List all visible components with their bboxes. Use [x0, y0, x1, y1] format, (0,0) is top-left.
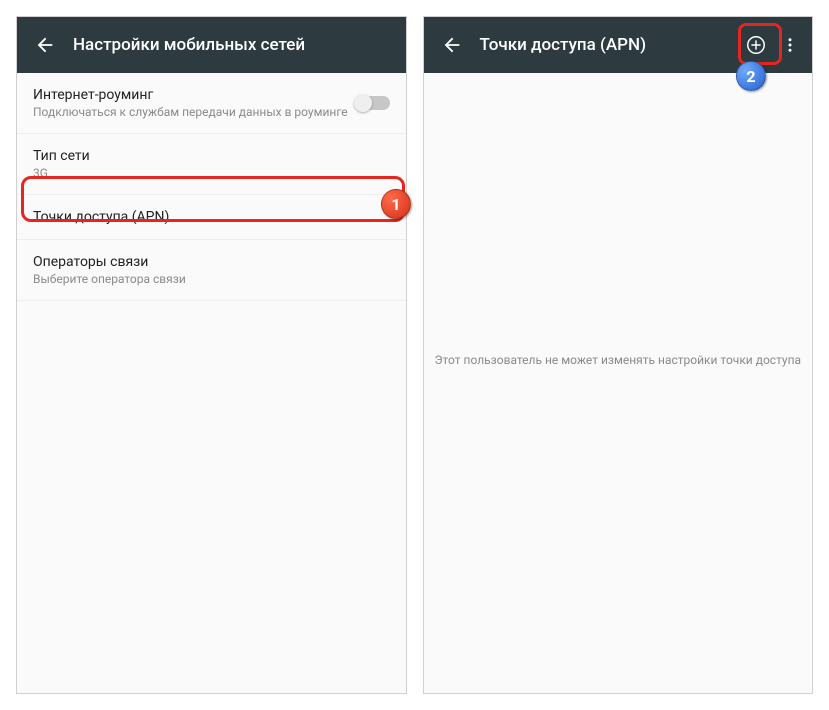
- appbar-title-right: Точки доступа (APN): [480, 35, 737, 55]
- operators-sub: Выберите оператора связи: [33, 272, 186, 286]
- apn-empty-message: Этот пользователь не может изменять наст…: [424, 353, 813, 367]
- setting-operators[interactable]: Операторы связи Выберите оператора связи: [17, 240, 406, 301]
- roaming-switch[interactable]: [356, 96, 390, 110]
- back-button-right[interactable]: [432, 25, 472, 65]
- phone-left: Настройки мобильных сетей Интернет-роуми…: [16, 16, 407, 694]
- marker-1: 1: [381, 189, 411, 219]
- appbar-title-left: Настройки мобильных сетей: [73, 35, 398, 55]
- arrow-back-icon: [34, 34, 56, 56]
- network-type-label: Тип сети: [33, 148, 90, 164]
- setting-apn[interactable]: Точки доступа (APN): [17, 195, 406, 240]
- appbar-left: Настройки мобильных сетей: [17, 17, 406, 73]
- back-button[interactable]: [25, 25, 65, 65]
- overflow-menu-button[interactable]: [776, 25, 804, 65]
- operators-label: Операторы связи: [33, 254, 186, 270]
- phone-right: Точки доступа (APN) Этот пользователь не…: [423, 16, 814, 694]
- roaming-label: Интернет-роуминг: [33, 87, 348, 103]
- apn-content: Этот пользователь не может изменять наст…: [424, 73, 813, 693]
- network-type-value: 3G: [33, 166, 90, 180]
- roaming-sub: Подключаться к службам передачи данных в…: [33, 105, 348, 119]
- settings-list: Интернет-роуминг Подключаться к службам …: [17, 73, 406, 693]
- setting-roaming[interactable]: Интернет-роуминг Подключаться к службам …: [17, 73, 406, 134]
- arrow-back-icon: [441, 34, 463, 56]
- plus-circle-icon: [745, 34, 767, 56]
- apn-label: Точки доступа (APN): [33, 209, 169, 225]
- add-apn-button[interactable]: [736, 25, 776, 65]
- more-vert-icon: [781, 36, 799, 54]
- setting-network-type[interactable]: Тип сети 3G: [17, 134, 406, 195]
- dual-screenshot-container: Настройки мобильных сетей Интернет-роуми…: [0, 0, 829, 710]
- marker-2: 2: [736, 61, 766, 91]
